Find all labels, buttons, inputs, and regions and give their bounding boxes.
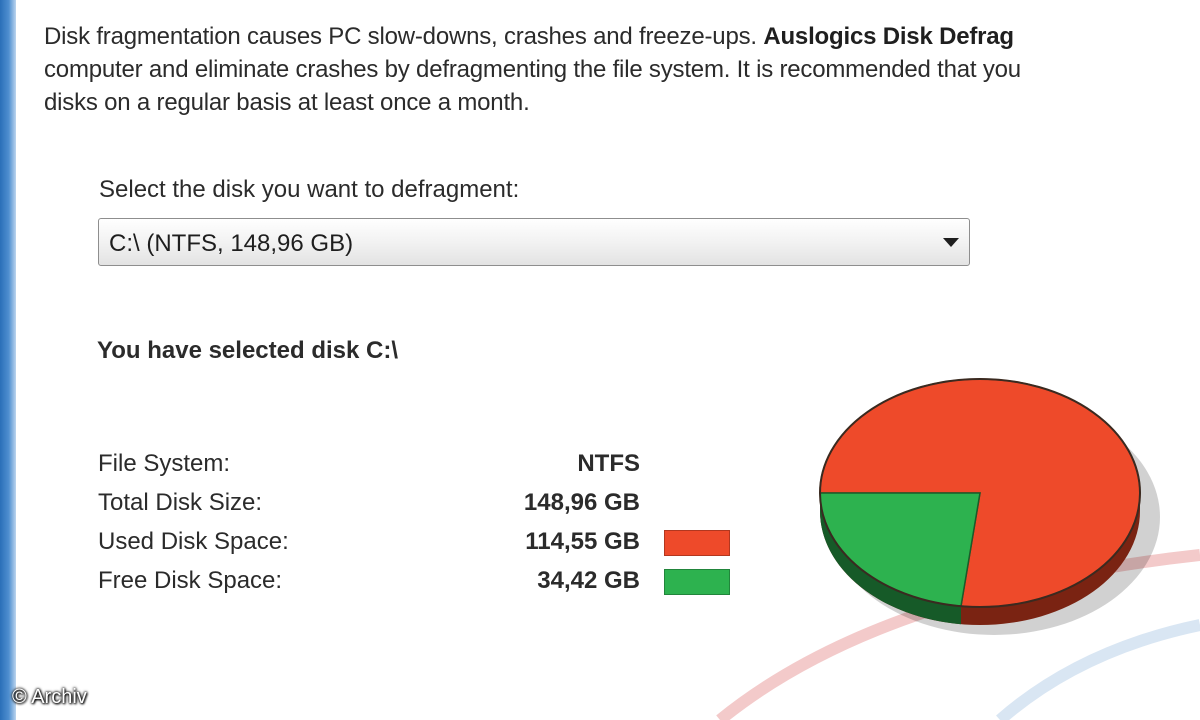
disk-usage-pie-chart (819, 378, 1160, 635)
watermark: © Archiv (12, 686, 87, 708)
pie-slice-free (819, 492, 981, 607)
